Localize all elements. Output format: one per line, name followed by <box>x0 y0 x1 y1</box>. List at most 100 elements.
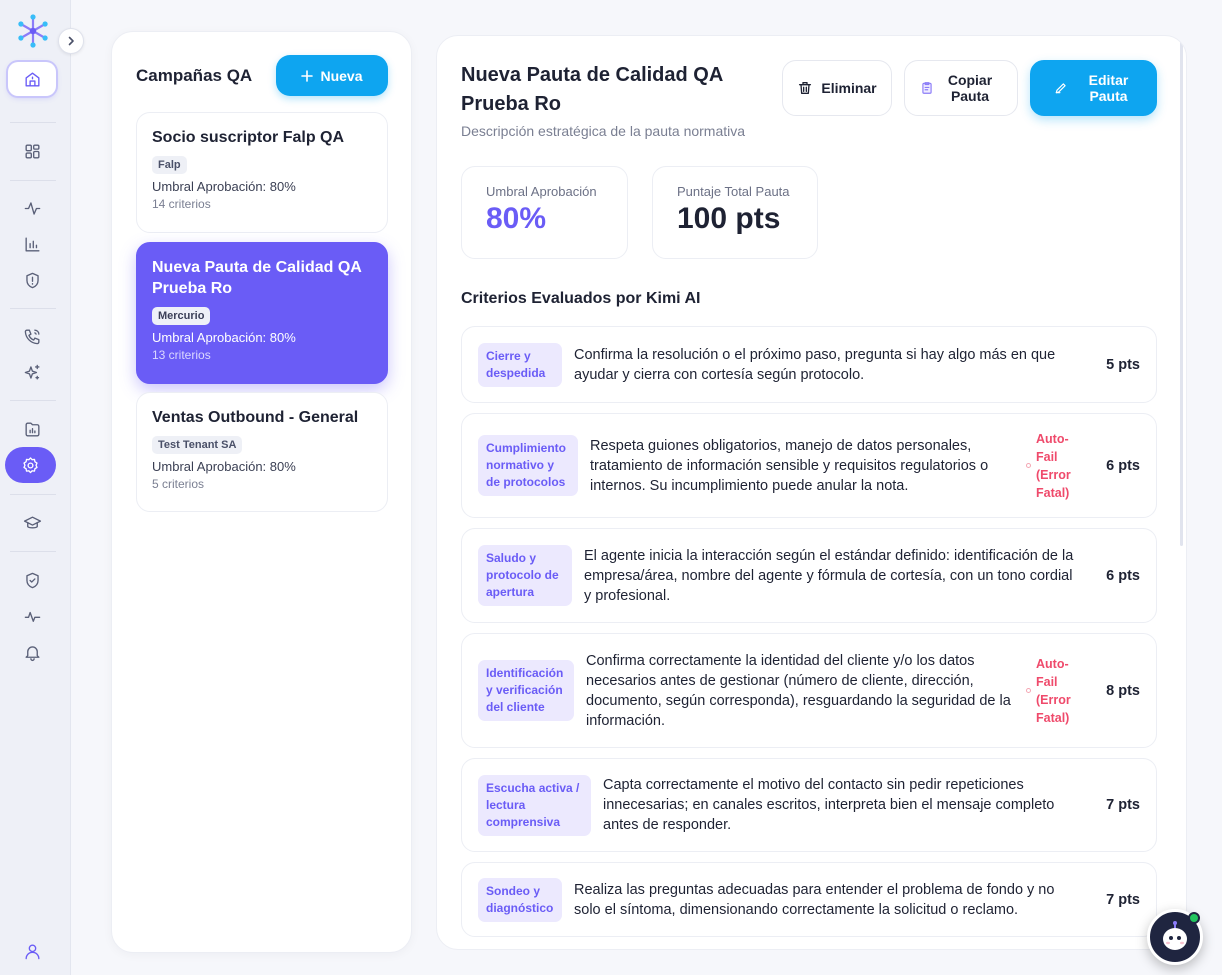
home-icon <box>24 71 40 87</box>
campaign-name: Nueva Pauta de Calidad QA Prueba Ro <box>152 259 362 297</box>
nav-training[interactable] <box>15 508 49 538</box>
edit-button[interactable]: Editar Pauta <box>1030 60 1157 116</box>
criterion-row[interactable]: Identificación y verificación del client… <box>461 633 1157 748</box>
nav-rail <box>0 0 84 975</box>
criterion-points: 8 pts <box>1106 682 1140 699</box>
campaign-threshold: Umbral Aprobación: 80% <box>152 330 296 345</box>
nav-divider <box>10 122 56 123</box>
folder-chart-icon <box>24 421 40 437</box>
criterion-description: Realiza las preguntas adecuadas para ent… <box>574 881 1055 918</box>
autofail-indicator: Auto-Fail (Error Fatal) <box>1026 430 1076 502</box>
criterion-points: 7 pts <box>1106 891 1140 908</box>
copy-button[interactable]: Copiar Pauta <box>904 60 1018 116</box>
criteria-section-title: Criterios Evaluados por Kimi AI <box>461 290 701 307</box>
campaign-criteria-count: 13 criterios <box>152 348 211 362</box>
criterion-name: Cumplimiento normativo y de protocolos <box>478 435 578 496</box>
criterion-name: Sondeo y diagnóstico <box>478 877 562 922</box>
settings-icon <box>23 456 38 473</box>
criterion-row[interactable]: Cumplimiento normativo y de protocolos R… <box>461 413 1157 518</box>
threshold-value: 80% <box>486 202 547 235</box>
delete-button[interactable]: Eliminar <box>782 60 892 116</box>
nav-analytics[interactable] <box>15 229 49 259</box>
campaign-name: Ventas Outbound - General <box>152 409 359 426</box>
autofail-label: Auto-Fail (Error Fatal) <box>1036 431 1071 500</box>
trash-icon <box>799 82 812 94</box>
nav-compliance[interactable] <box>15 565 49 595</box>
nav-divider <box>10 551 56 552</box>
page-description: Descripción estratégica de la pauta norm… <box>461 123 746 139</box>
criterion-name: Escucha activa / lectura comprensiva <box>478 774 591 836</box>
campaign-threshold: Umbral Aprobación: 80% <box>152 459 296 474</box>
threshold-label: Umbral Aprobación <box>486 184 597 199</box>
new-campaign-label: Nueva <box>320 67 363 84</box>
criterion-description: El agente inicia la interacción según el… <box>584 547 1074 604</box>
tenant-tag: Mercurio <box>152 307 211 325</box>
criterion-points: 5 pts <box>1106 356 1140 373</box>
nav-monitoring[interactable] <box>15 601 49 631</box>
criterion-points: 6 pts <box>1106 567 1140 584</box>
criterion-description: Confirma correctamente la identidad del … <box>586 652 1011 729</box>
autofail-label: Auto-Fail (Error Fatal) <box>1036 656 1071 725</box>
guideline-detail-panel: Nueva Pauta de Calidad QA Prueba Ro Desc… <box>436 35 1187 950</box>
criterion-name: Saludo y protocolo de apertura <box>478 545 572 606</box>
phone-call-icon <box>24 328 40 344</box>
campaign-card-selected[interactable]: Nueva Pauta de Calidad QA Prueba Ro Merc… <box>136 242 388 384</box>
criterion-description: Capta correctamente el motivo del contac… <box>603 777 1055 833</box>
activity-icon <box>24 201 40 215</box>
nav-alerts[interactable] <box>15 265 49 295</box>
campaign-card[interactable]: Socio suscriptor Falp QA Falp Umbral Apr… <box>136 112 388 233</box>
campaign-name: Socio suscriptor Falp QA <box>152 129 345 146</box>
nav-activity[interactable] <box>15 193 49 223</box>
campaign-criteria-count: 5 criterios <box>152 477 205 491</box>
criterion-description: Confirma la resolución o el próximo paso… <box>574 346 1056 383</box>
nav-divider <box>10 400 56 401</box>
page-title: Nueva Pauta de Calidad QA Prueba Ro <box>461 64 723 115</box>
campaign-criteria-count: 14 criterios <box>152 197 211 211</box>
robot-mascot-icon <box>1163 921 1187 950</box>
user-icon <box>24 943 40 959</box>
online-status-dot <box>1188 912 1200 924</box>
nav-home[interactable] <box>8 62 56 96</box>
campaigns-panel: Campañas QA Nueva Socio suscriptor Falp … <box>111 31 412 953</box>
total-score-stat-card: Puntaje Total Pauta 100 pts <box>652 166 818 259</box>
nav-dashboard[interactable] <box>15 136 49 166</box>
tenant-tag: Test Tenant SA <box>152 436 243 454</box>
campaigns-title: Campañas QA <box>136 66 253 85</box>
campaign-threshold: Umbral Aprobación: 80% <box>152 179 296 194</box>
criterion-row[interactable]: Saludo y protocolo de apertura El agente… <box>461 528 1157 623</box>
shield-alert-icon <box>25 272 39 288</box>
nav-notifications[interactable] <box>15 637 49 667</box>
nav-reports[interactable] <box>15 414 49 444</box>
sparkles-icon <box>24 364 40 380</box>
nav-divider <box>10 494 56 495</box>
new-campaign-button[interactable]: Nueva <box>276 55 388 96</box>
snowflake-logo-icon[interactable] <box>16 14 50 48</box>
shield-check-icon <box>25 572 39 588</box>
assistant-chat-button[interactable] <box>1147 909 1203 965</box>
pencil-icon <box>1055 83 1066 94</box>
criterion-points: 7 pts <box>1106 797 1140 813</box>
criterion-row[interactable]: Cierre y despedida Confirma la resolució… <box>461 326 1157 403</box>
autofail-indicator: Auto-Fail (Error Fatal) <box>1026 655 1076 727</box>
expand-sidebar-button[interactable] <box>58 28 84 54</box>
nav-divider <box>10 308 56 309</box>
criterion-points: 6 pts <box>1106 457 1140 474</box>
threshold-stat-card: Umbral Aprobación 80% <box>461 166 628 259</box>
nav-settings[interactable] <box>5 447 56 483</box>
bar-chart-icon <box>24 236 40 252</box>
nav-ai[interactable] <box>15 357 49 387</box>
nav-profile[interactable] <box>15 936 49 966</box>
nav-calls[interactable] <box>15 321 49 351</box>
scrollbar[interactable] <box>1180 36 1183 546</box>
bell-icon <box>24 645 40 661</box>
autofail-dot <box>1026 688 1031 693</box>
pulse-icon <box>24 611 40 622</box>
criterion-name: Cierre y despedida <box>478 342 562 387</box>
delete-label: Eliminar <box>821 80 877 96</box>
nav-divider <box>10 180 56 181</box>
tenant-tag: Falp <box>152 156 187 174</box>
criterion-row[interactable]: Sondeo y diagnóstico Realiza las pregunt… <box>461 862 1157 937</box>
criterion-row[interactable]: Escucha activa / lectura comprensiva Cap… <box>461 758 1157 852</box>
plus-icon <box>301 69 314 82</box>
campaign-card[interactable]: Ventas Outbound - General Test Tenant SA… <box>136 392 388 512</box>
